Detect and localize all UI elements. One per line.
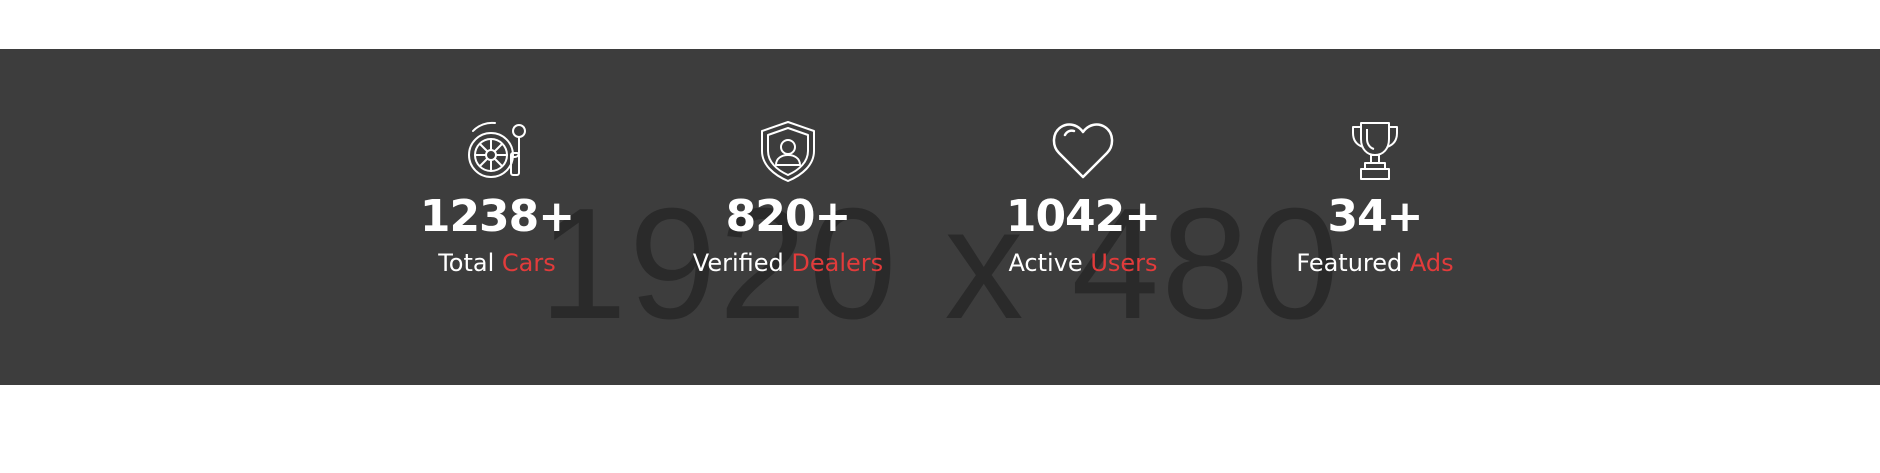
stat-label-accent: Dealers: [791, 249, 884, 277]
stat-label-main: Verified: [692, 249, 784, 277]
car-wheel-icon: [367, 119, 627, 183]
stat-label: Verified Dealers: [658, 247, 918, 279]
stat-label-main: Total: [438, 249, 495, 277]
trophy-icon: [1245, 119, 1505, 183]
stat-value: 820+: [725, 191, 852, 242]
stat-active-users: 1042+ Active Users: [953, 119, 1213, 279]
stat-value: 1238+: [419, 191, 575, 242]
stat-value: 34+: [1327, 191, 1423, 242]
stat-label: Active Users: [953, 247, 1213, 279]
stat-total-cars: 1238+ Total Cars: [367, 119, 627, 279]
stat-label-accent: Cars: [501, 249, 556, 277]
stat-label: Total Cars: [367, 247, 627, 279]
placeholder-watermark: 1920 x 480: [539, 176, 1341, 352]
verified-shield-icon: [658, 119, 918, 183]
stat-label: Featured Ads: [1245, 247, 1505, 279]
stat-verified-dealers: 820+ Verified Dealers: [658, 119, 918, 279]
stat-featured-ads: 34+ Featured Ads: [1245, 119, 1505, 279]
heart-icon: [953, 119, 1213, 183]
stat-value: 1042+: [1005, 191, 1161, 242]
stat-label-accent: Users: [1090, 249, 1158, 277]
stat-label-main: Active: [1008, 249, 1083, 277]
stat-label-accent: Ads: [1409, 249, 1454, 277]
stat-label-main: Featured: [1296, 249, 1403, 277]
stats-band: 1920 x 480 1238+ Total Cars 820+ Verifie…: [0, 49, 1880, 385]
